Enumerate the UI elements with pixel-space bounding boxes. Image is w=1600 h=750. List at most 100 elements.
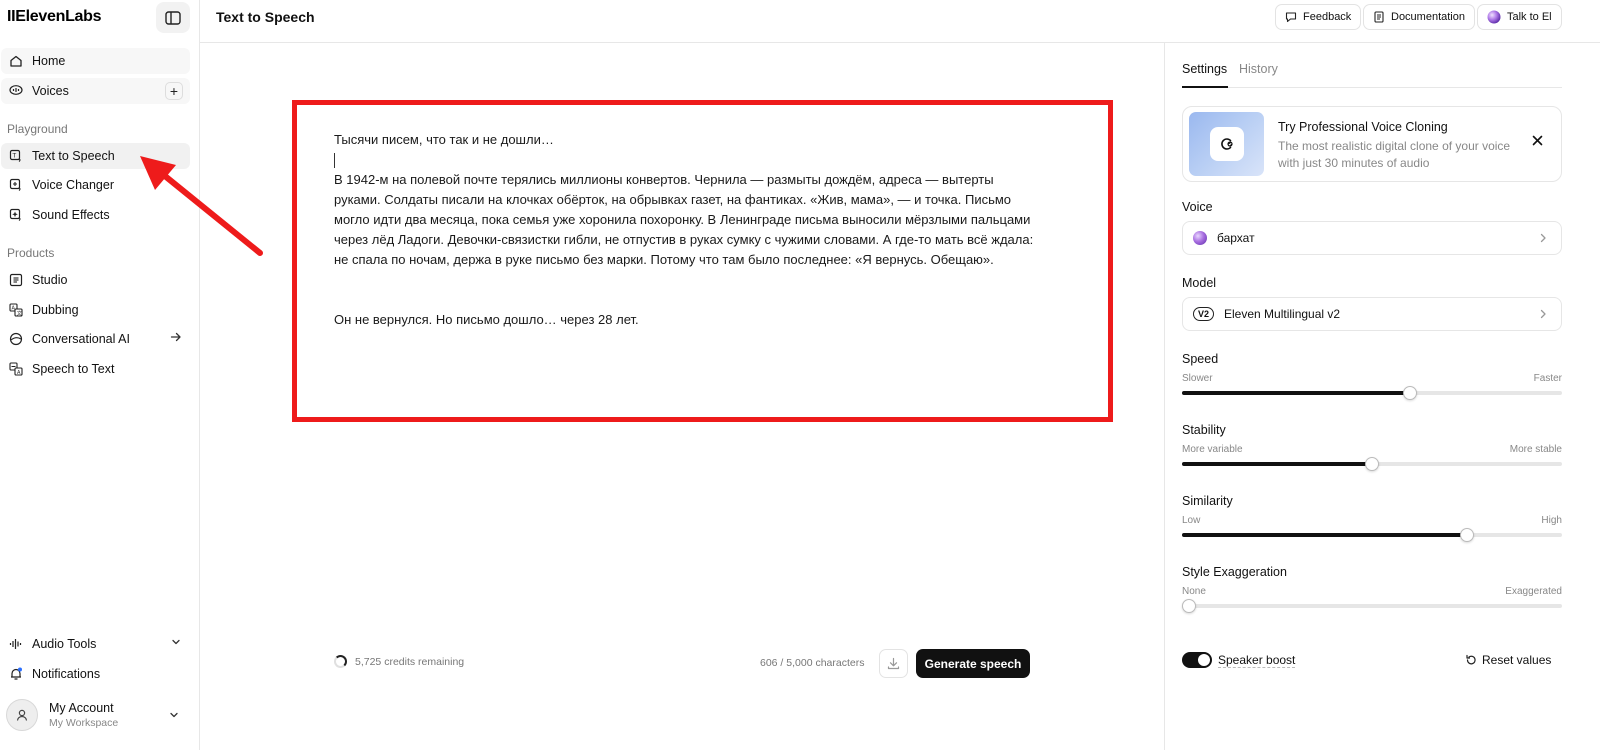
workspace-name: My Workspace xyxy=(49,717,119,729)
chevron-down-icon xyxy=(168,709,180,721)
logo[interactable]: IIElevenLabs xyxy=(7,8,102,26)
speed-slider-thumb[interactable] xyxy=(1403,386,1417,400)
stability-label: Stability xyxy=(1182,423,1226,437)
logo-row: IIElevenLabs xyxy=(0,0,200,34)
reset-values-label: Reset values xyxy=(1482,653,1552,667)
speed-slider-fill xyxy=(1182,391,1410,395)
studio-icon xyxy=(9,273,23,287)
talk-to-el-button[interactable]: Talk to El xyxy=(1477,4,1562,30)
reset-icon xyxy=(1465,654,1477,666)
stability-slider-thumb[interactable] xyxy=(1365,457,1379,471)
similarity-min-label: Low xyxy=(1182,515,1201,526)
top-header: Text to Speech Feedback Documentation Ta… xyxy=(200,0,1600,43)
text-paragraph: Тысячи писем, что так и не дошли… xyxy=(334,132,554,147)
tab-settings[interactable]: Settings xyxy=(1182,62,1227,76)
sidebar-item-label: Sound Effects xyxy=(32,208,110,222)
toggle-knob xyxy=(1198,654,1210,666)
voice-clone-icon xyxy=(1209,127,1244,161)
credits-remaining: 5,725 credits remaining xyxy=(355,655,465,668)
similarity-slider[interactable] xyxy=(1182,528,1562,542)
sidebar-item-label: Audio Tools xyxy=(32,637,97,651)
voice-value: бархат xyxy=(1217,231,1255,245)
voice-select[interactable]: бархат xyxy=(1182,221,1562,255)
sidebar-item-notifications[interactable]: Notifications xyxy=(1,661,190,687)
close-promo-button[interactable] xyxy=(1532,135,1543,146)
page-title: Text to Speech xyxy=(216,9,315,25)
sidebar-item-audio-tools[interactable]: Audio Tools xyxy=(1,631,190,657)
sidebar-item-label: Notifications xyxy=(32,667,101,681)
similarity-label: Similarity xyxy=(1182,494,1233,508)
audio-tools-icon xyxy=(9,637,23,651)
stability-max-label: More stable xyxy=(1509,444,1562,455)
account-name: My Account xyxy=(49,701,114,715)
tab-history[interactable]: History xyxy=(1239,62,1278,76)
chevron-right-icon xyxy=(1537,308,1549,320)
account-switcher[interactable]: My Account My Workspace xyxy=(6,698,194,732)
avatar xyxy=(6,699,38,731)
speaker-boost-label: Speaker boost xyxy=(1218,653,1296,668)
reset-values-button[interactable]: Reset values xyxy=(1465,653,1551,667)
similarity-slider-fill xyxy=(1182,533,1467,537)
feedback-button[interactable]: Feedback xyxy=(1275,4,1362,30)
text-to-speech-icon: T xyxy=(9,149,23,163)
bell-icon xyxy=(9,667,23,681)
sidebar-panel-icon xyxy=(165,10,181,25)
sidebar-item-label: Text to Speech xyxy=(32,149,115,163)
sidebar-toggle-button[interactable] xyxy=(156,2,190,33)
account-text: My Account My Workspace xyxy=(49,701,118,729)
voices-icon xyxy=(9,84,23,98)
stability-range-labels: More variable More stable xyxy=(1182,444,1562,455)
sidebar-item-home[interactable]: Home xyxy=(1,48,190,74)
sidebar-item-dubbing[interactable]: A文 Dubbing xyxy=(1,297,190,323)
active-tab-underline xyxy=(1182,86,1228,88)
add-voice-button[interactable]: + xyxy=(165,82,183,100)
sidebar-item-label: Dubbing xyxy=(32,303,79,317)
voice-changer-icon xyxy=(9,178,23,192)
conversational-ai-icon xyxy=(9,332,23,346)
sidebar-item-label: Conversational AI xyxy=(32,332,130,346)
talk-to-el-label: Talk to El xyxy=(1507,11,1552,23)
model-select[interactable]: V2 Eleven Multilingual v2 xyxy=(1182,297,1562,331)
promo-title: Try Professional Voice Cloning xyxy=(1278,120,1448,134)
svg-text:A: A xyxy=(12,306,16,312)
model-label: Model xyxy=(1182,276,1217,290)
sidebar-item-label: Voice Changer xyxy=(32,178,115,192)
download-button[interactable] xyxy=(879,649,908,678)
similarity-slider-thumb[interactable] xyxy=(1460,528,1474,542)
voice-label: Voice xyxy=(1182,200,1213,214)
chevron-down-icon xyxy=(170,636,182,648)
promo-image xyxy=(1189,112,1264,176)
sidebar-item-label: Speech to Text xyxy=(32,362,115,376)
feedback-label: Feedback xyxy=(1303,11,1352,23)
speed-slider[interactable] xyxy=(1182,386,1562,400)
speed-min-label: Slower xyxy=(1182,373,1213,384)
speaker-boost-toggle[interactable] xyxy=(1182,652,1212,668)
style-exaggeration-slider-thumb[interactable] xyxy=(1182,599,1196,613)
text-input-area[interactable]: Тысячи писем, что так и не дошли… В 1942… xyxy=(334,130,1034,330)
voice-avatar-icon xyxy=(1193,231,1207,245)
sidebar-item-label: Voices xyxy=(32,84,69,98)
dubbing-icon: A文 xyxy=(9,303,23,317)
annotation-arrow-icon xyxy=(140,156,263,256)
sidebar-item-studio[interactable]: Studio xyxy=(1,267,190,293)
character-count: 606 / 5,000 characters xyxy=(760,657,865,669)
speed-label: Speed xyxy=(1182,352,1219,366)
orb-icon xyxy=(1487,10,1501,24)
sidebar-item-voices[interactable]: Voices + xyxy=(1,78,190,104)
sidebar-item-speech-to-text[interactable]: A Speech to Text xyxy=(1,356,190,382)
sidebar: IIElevenLabs Home Voices + Playground T … xyxy=(0,0,200,750)
section-label-products: Products xyxy=(7,246,55,260)
voice-cloning-promo[interactable]: Try Professional Voice Cloning The most … xyxy=(1182,106,1562,182)
generate-speech-button[interactable]: Generate speech xyxy=(916,649,1030,678)
svg-text:T: T xyxy=(12,153,17,160)
sidebar-item-label: Studio xyxy=(32,273,68,287)
settings-panel: Settings History Try Professional Voice … xyxy=(1164,43,1600,750)
documentation-button[interactable]: Documentation xyxy=(1363,4,1475,30)
promo-description: The most realistic digital clone of your… xyxy=(1278,139,1511,170)
stability-min-label: More variable xyxy=(1182,444,1243,455)
similarity-range-labels: Low High xyxy=(1182,515,1562,526)
sidebar-item-label: Home xyxy=(32,54,66,68)
sidebar-item-conversational-ai[interactable]: Conversational AI xyxy=(1,326,190,352)
style-exaggeration-slider[interactable] xyxy=(1182,599,1562,613)
stability-slider[interactable] xyxy=(1182,457,1562,471)
